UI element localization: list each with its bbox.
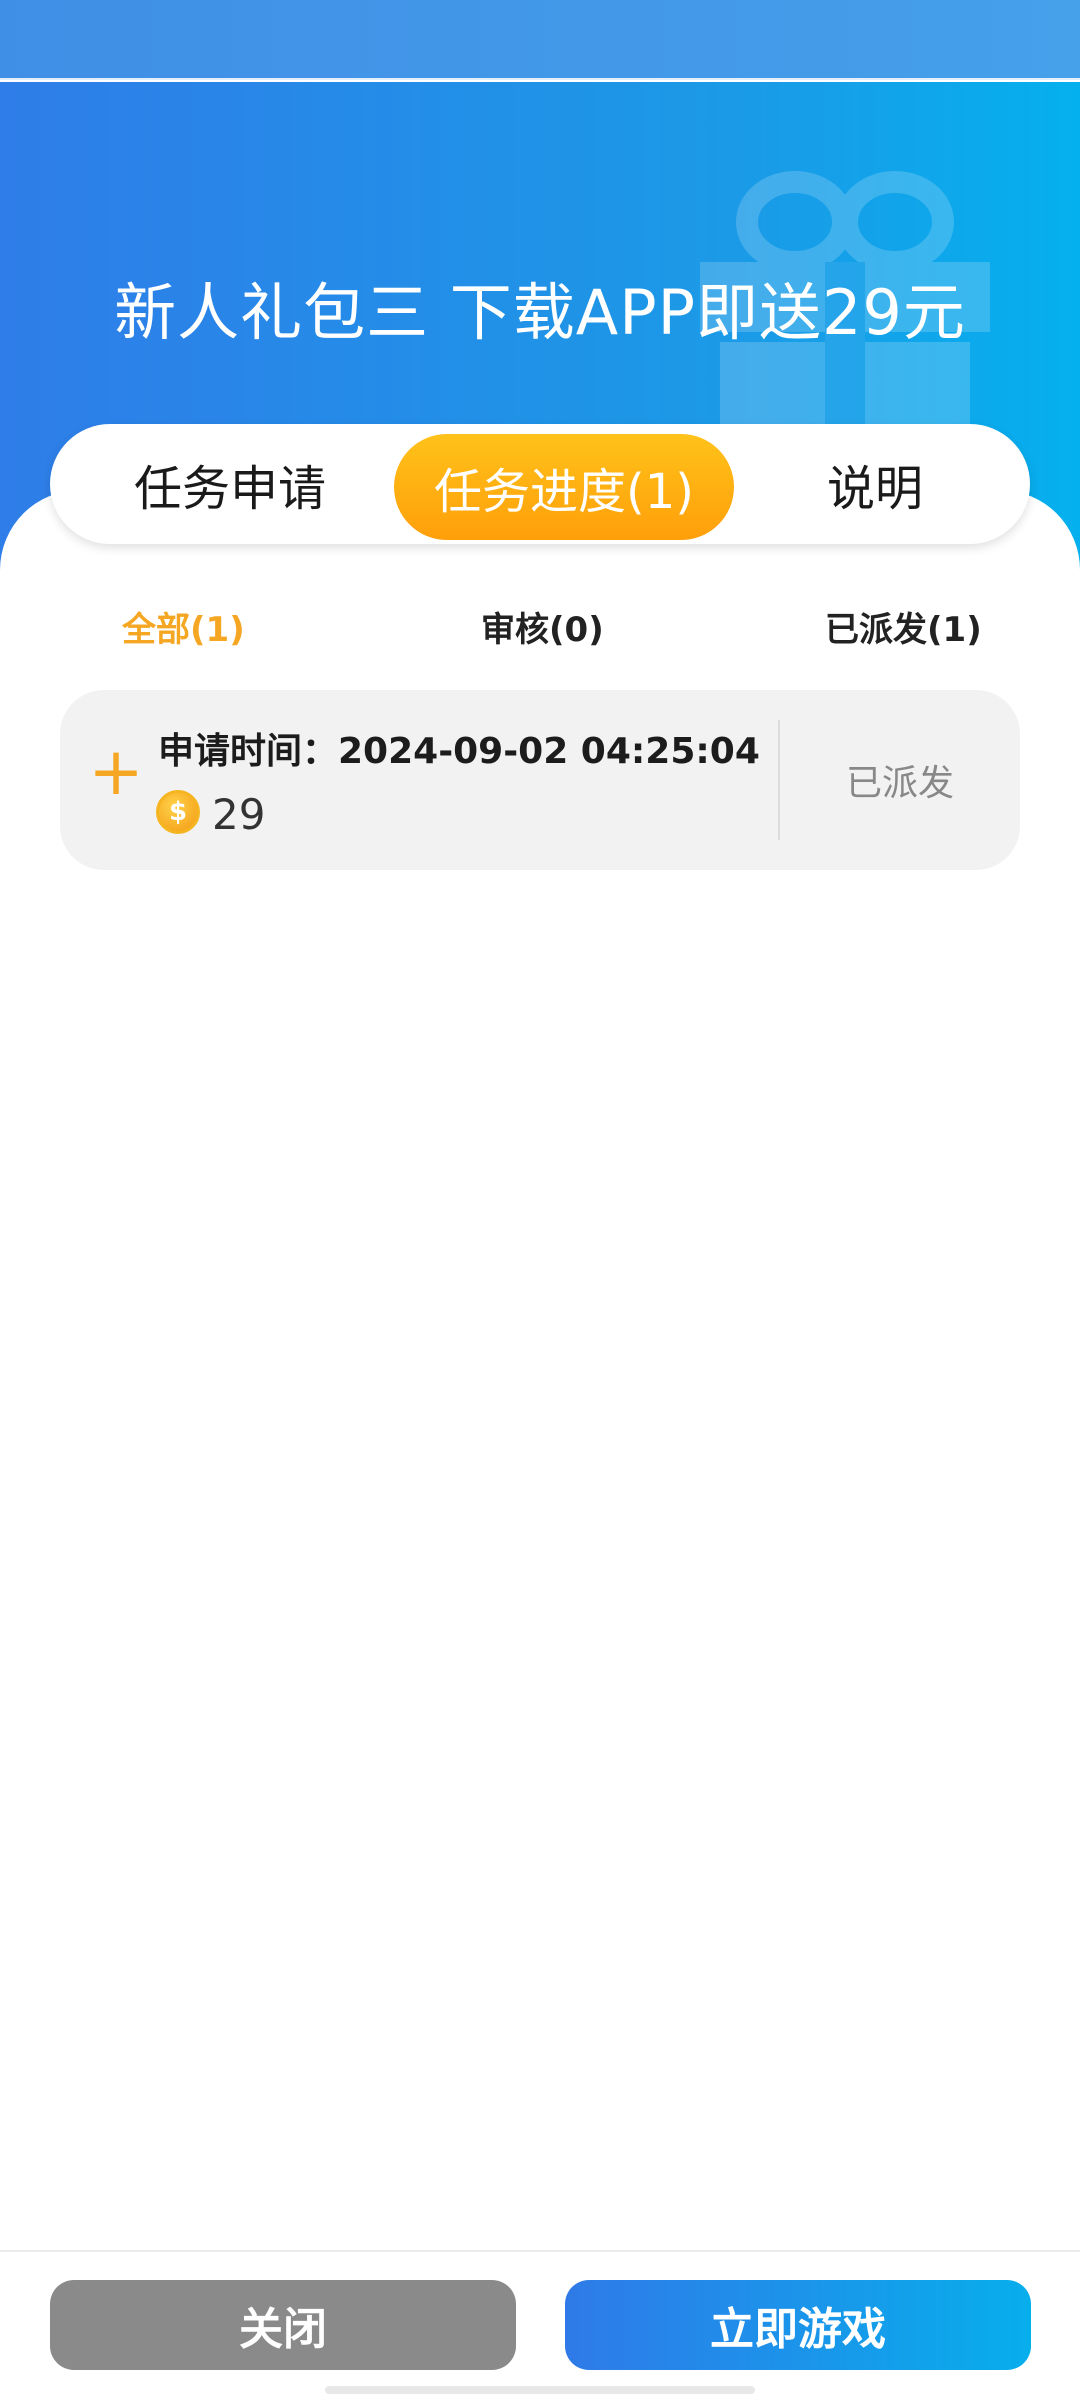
expand-plus-icon[interactable]: + bbox=[86, 739, 146, 805]
segmented-tabs: 任务申请 任务进度(1) 说明 bbox=[50, 424, 1030, 544]
record-card[interactable]: + 申请时间：2024-09-02 04:25:04 $ 29 已派发 bbox=[60, 690, 1020, 870]
bottom-divider bbox=[0, 2250, 1080, 2252]
filter-all[interactable]: 全部(1) bbox=[122, 596, 245, 656]
home-indicator[interactable] bbox=[325, 2386, 755, 2394]
reward-amount: 29 bbox=[212, 790, 266, 839]
tab-instructions[interactable]: 说明 bbox=[750, 424, 1000, 544]
tab-task-progress[interactable]: 任务进度(1) bbox=[394, 434, 734, 540]
status-bar bbox=[0, 0, 1080, 80]
banner-title: 新人礼包三 下载APP即送29元 bbox=[114, 276, 966, 349]
play-now-button[interactable]: 立即游戏 bbox=[565, 2280, 1031, 2370]
status-badge: 已派发 bbox=[845, 763, 954, 804]
filter-review[interactable]: 审核(0) bbox=[481, 596, 604, 656]
coin-icon: $ bbox=[156, 790, 200, 834]
close-button[interactable]: 关闭 bbox=[50, 2280, 516, 2370]
tab-task-apply[interactable]: 任务申请 bbox=[80, 424, 380, 544]
apply-time: 申请时间：2024-09-02 04:25:04 bbox=[158, 731, 760, 772]
filter-dispatched[interactable]: 已派发(1) bbox=[825, 596, 982, 656]
